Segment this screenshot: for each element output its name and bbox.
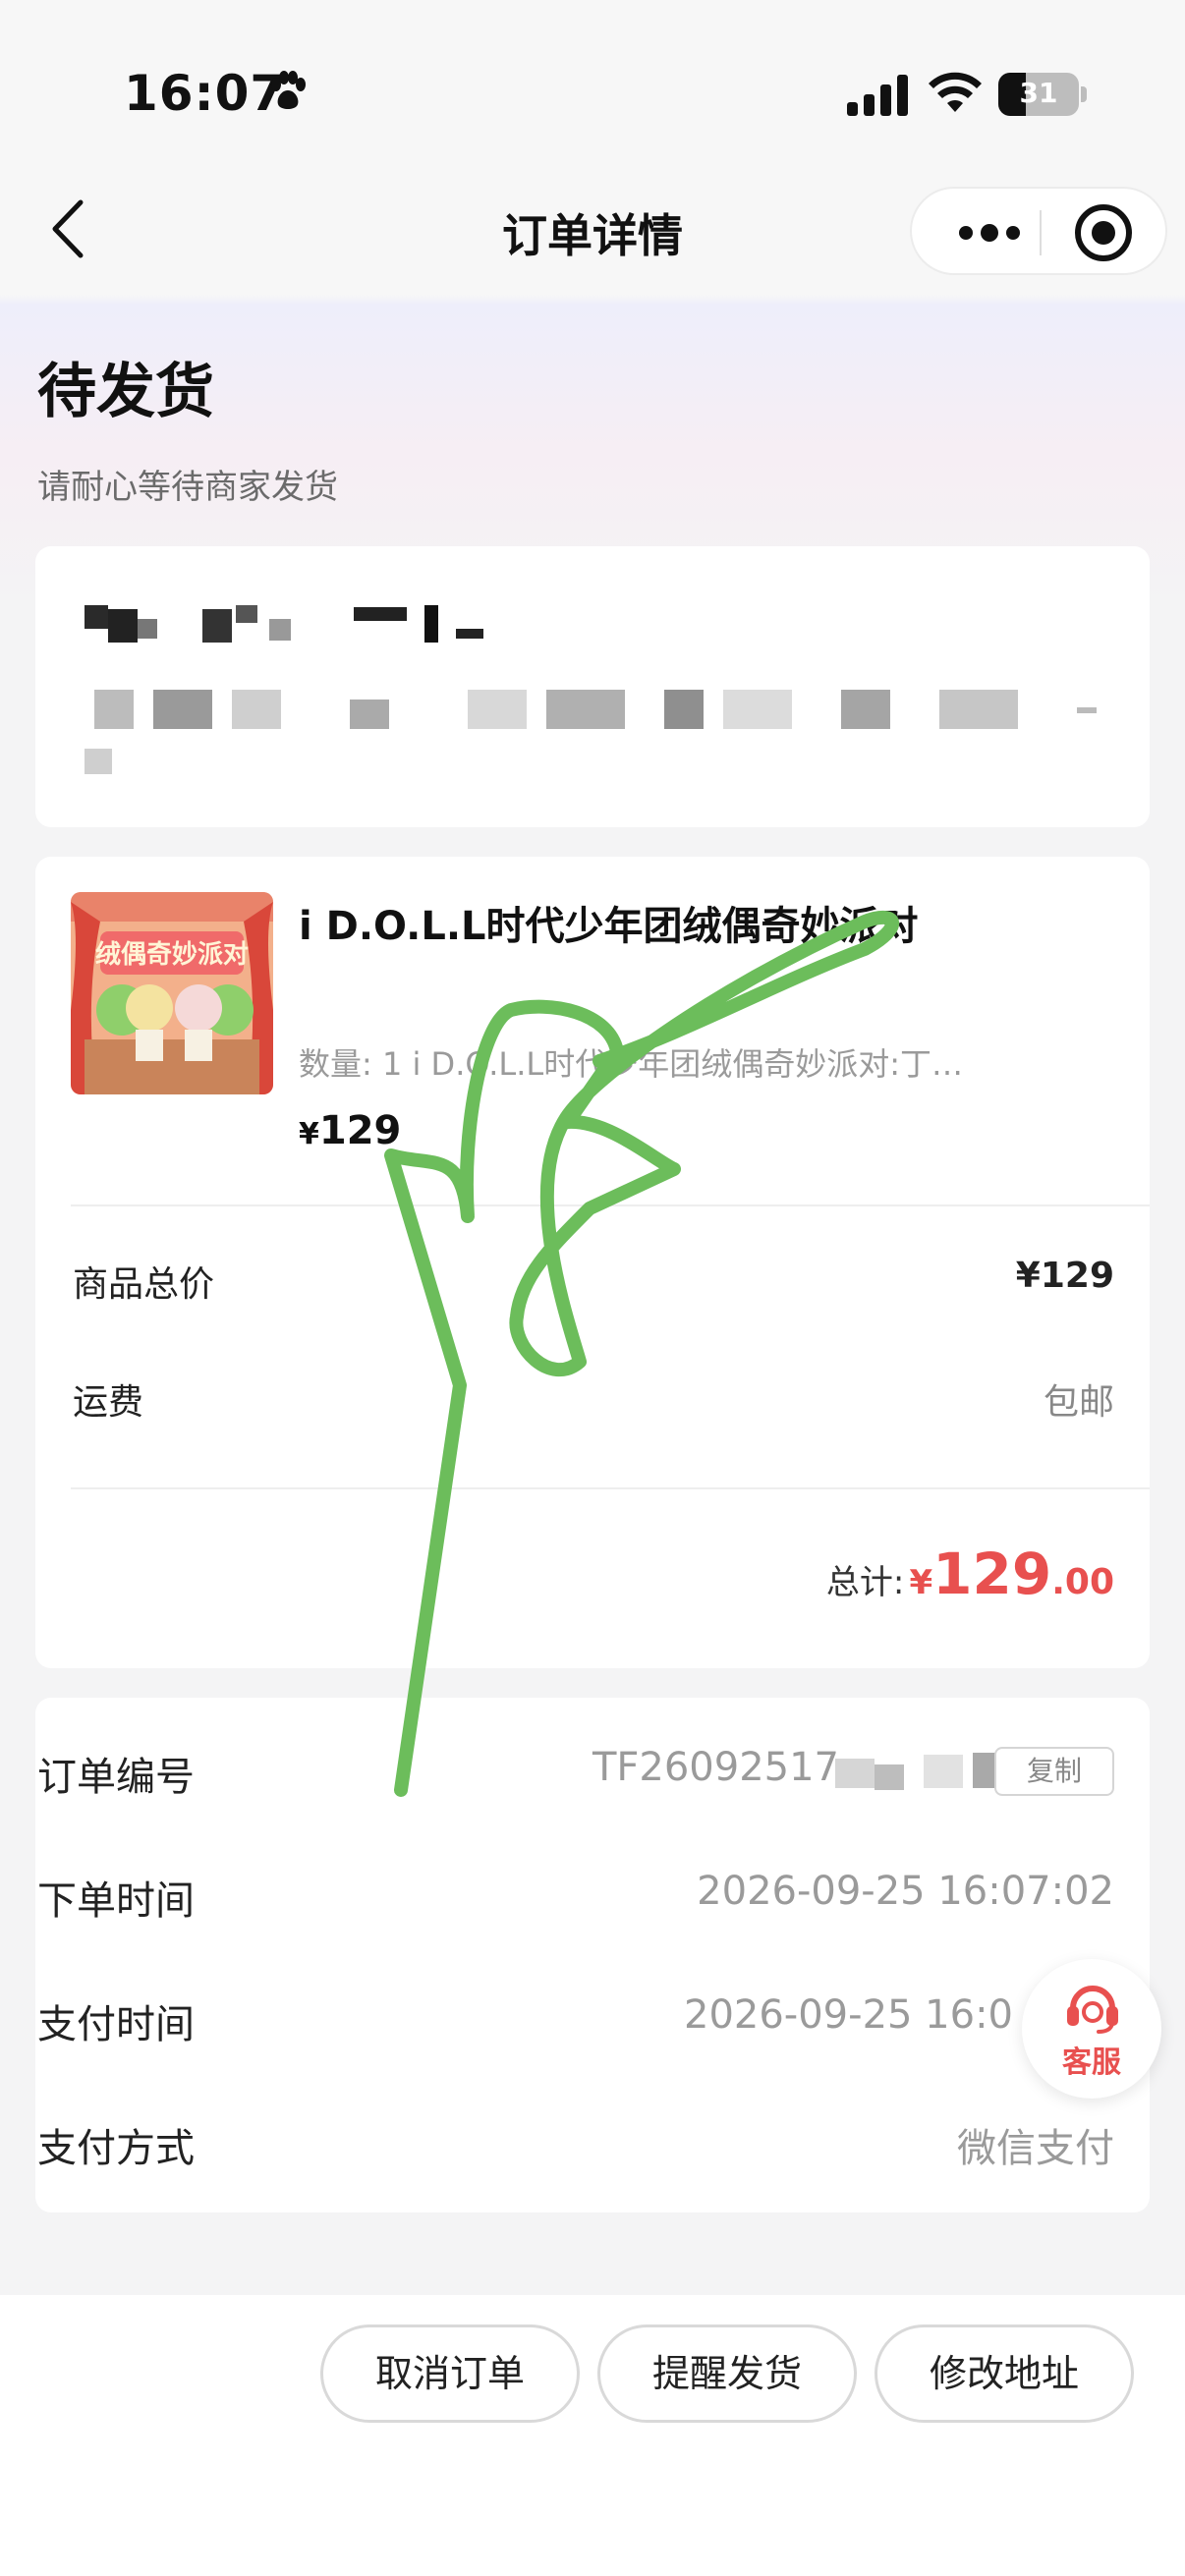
more-dots-icon[interactable]: [945, 208, 1034, 257]
address-redacted-detail: [55, 674, 1136, 782]
order-created-value: 2026-09-25 16:07:02: [697, 1869, 1114, 1914]
battery-tip: [1081, 86, 1087, 102]
address-redacted-name: [75, 605, 507, 644]
copy-button[interactable]: 复制: [994, 1747, 1114, 1796]
subtotal-value: ¥129: [1015, 1256, 1114, 1296]
shipping-label: 运费: [73, 1382, 144, 1423]
order-total: 总计: ¥129.00: [826, 1540, 1114, 1607]
total-label: 总计:: [825, 1563, 905, 1602]
goods-divider: [71, 1204, 1150, 1206]
order-number-value: TF26092517: [592, 1745, 839, 1790]
goods-title[interactable]: i D.O.L.L时代少年团绒偶奇妙派对: [299, 894, 987, 959]
goods-price-value: 129: [318, 1108, 402, 1153]
order-created-label: 下单时间: [37, 1878, 195, 1924]
remind-ship-button[interactable]: 提醒发货: [597, 2324, 857, 2423]
product-image-text: 绒偶奇妙派对: [95, 939, 249, 970]
product-image[interactable]: 绒偶奇妙派对: [71, 892, 273, 1094]
modify-address-button[interactable]: 修改地址: [875, 2324, 1134, 2423]
shipping-value: 包邮: [1043, 1382, 1114, 1423]
summary-divider: [71, 1487, 1150, 1489]
subtotal-label: 商品总价: [73, 1264, 215, 1305]
payment-method-label: 支付方式: [37, 2126, 195, 2171]
goods-price: ¥129: [299, 1108, 401, 1153]
paw-icon: [271, 71, 306, 109]
target-close-icon[interactable]: [1075, 204, 1132, 261]
cancel-order-button[interactable]: 取消订单: [320, 2324, 580, 2423]
payment-method-value: 微信支付: [957, 2126, 1114, 2171]
goods-card: 绒偶奇妙派对 i D.O.L.L时代少年团绒偶奇妙派对 数量: 1 i D.O.…: [35, 857, 1150, 1668]
total-integer: 129: [932, 1540, 1052, 1607]
order-status-title: 待发货: [37, 358, 214, 426]
capsule-divider: [1040, 210, 1042, 255]
goods-spec: 数量: 1 i D.O.L.L时代少年团绒偶奇妙派对:丁…: [299, 1045, 964, 1083]
status-time: 16:07: [124, 65, 286, 122]
order-number-label: 订单编号: [37, 1755, 195, 1800]
mini-program-capsule: [910, 187, 1167, 275]
wifi-icon: [929, 72, 982, 112]
order-paid-value: 2026-09-25 16:0: [684, 1992, 1013, 2038]
address-card[interactable]: [35, 546, 1150, 827]
order-status-hint: 请耐心等待商家发货: [37, 468, 338, 507]
total-symbol: ¥: [909, 1563, 933, 1602]
headset-icon: [1067, 1986, 1118, 2034]
goods-price-symbol: ¥: [299, 1117, 319, 1151]
order-paid-label: 支付时间: [37, 2002, 195, 2047]
battery-icon: 31: [998, 73, 1079, 116]
battery-level: 31: [1019, 77, 1058, 109]
customer-service-button[interactable]: 客服: [1022, 1959, 1161, 2099]
customer-service-label: 客服: [1062, 2045, 1121, 2080]
total-decimal: .00: [1051, 1562, 1114, 1602]
signal-icon: [847, 75, 908, 116]
